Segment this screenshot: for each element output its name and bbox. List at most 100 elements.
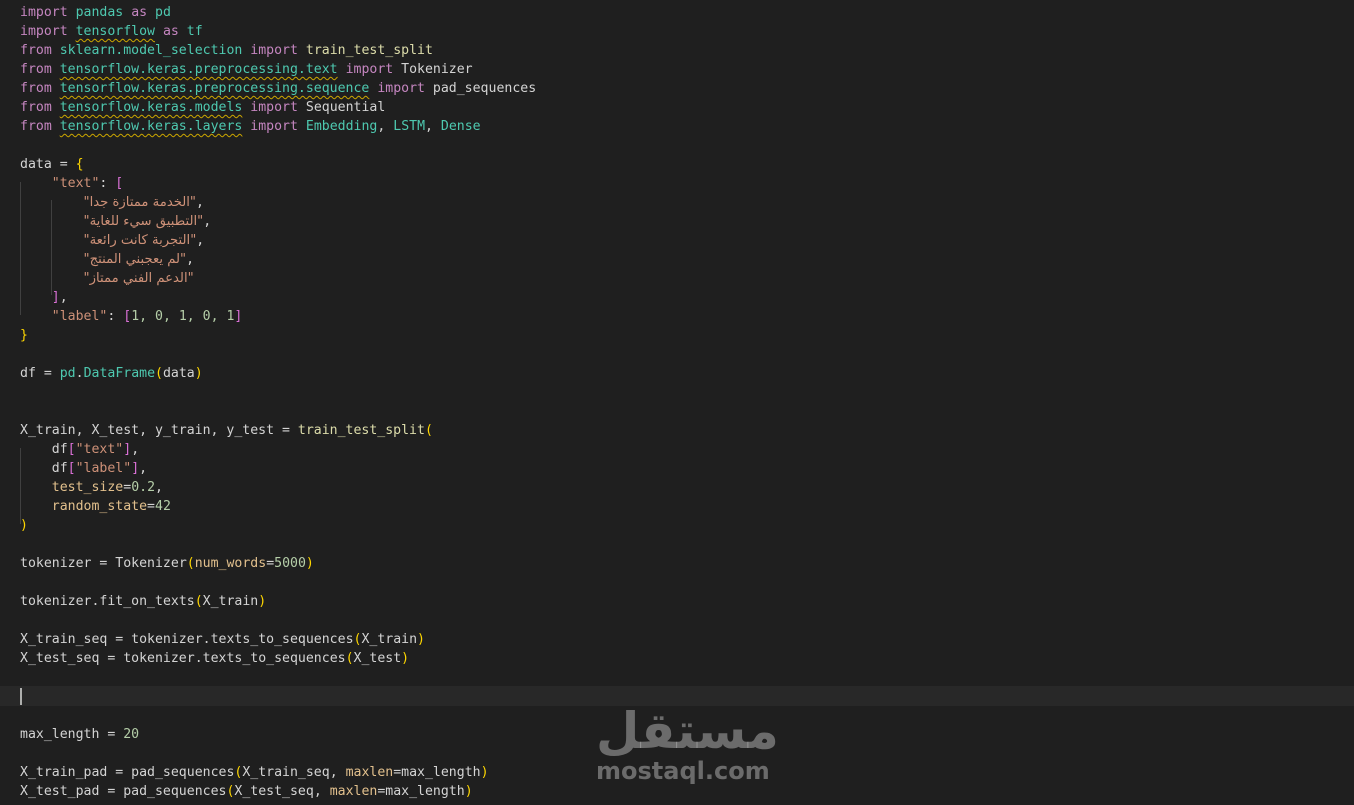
variable: df <box>51 461 68 476</box>
string-literal: "text" <box>75 442 124 457</box>
code-line: from tensorflow.keras.preprocessing.sequ… <box>20 79 536 98</box>
code-line: X_train_pad = pad_sequences(X_train_seq,… <box>20 765 489 780</box>
number-literal: 0.2 <box>131 480 156 495</box>
code-line: "التطبيق سيء للغاية", <box>83 214 212 229</box>
code-line: test_size=0.2, <box>51 480 163 495</box>
variable: X_train <box>202 594 259 609</box>
variable: tokenizer <box>20 594 92 609</box>
keyword: from <box>20 62 52 77</box>
code-line: "الخدمة ممتازة جدا", <box>83 195 204 210</box>
code-line: X_test_seq = tokenizer.texts_to_sequence… <box>20 651 410 666</box>
module-name: tensorflow.keras.preprocessing.text <box>59 62 338 77</box>
code-line: "لم يعجبني المنتج", <box>83 252 195 267</box>
code-line: random_state=42 <box>51 499 171 514</box>
variable: tokenizer <box>131 632 203 647</box>
code-line: data = { <box>20 157 84 172</box>
code-line: X_train, X_test, y_train, y_test = train… <box>20 423 433 438</box>
variable: X_train <box>361 632 418 647</box>
method-call: texts_to_sequences <box>210 632 354 647</box>
string-literal: "text" <box>51 176 100 191</box>
keyword: import <box>250 119 298 134</box>
method-call: fit_on_texts <box>99 594 195 609</box>
variable: df <box>51 442 68 457</box>
variable: X_train_pad <box>20 765 108 780</box>
keyword-argument: maxlen <box>345 765 394 780</box>
module-name: tensorflow.keras.layers <box>59 119 243 134</box>
keyword: as <box>131 5 148 20</box>
imported-name: pad_sequences <box>432 81 537 96</box>
variable: X_test_pad <box>20 784 100 799</box>
code-line: tokenizer.fit_on_texts(X_train) <box>20 594 267 609</box>
code-line: max_length = 20 <box>20 727 140 742</box>
variable: X_train_seq <box>242 765 330 780</box>
arabic-string: "لم يعجبني المنتج" <box>83 252 187 267</box>
keyword: import <box>20 24 68 39</box>
imported-name: Dense <box>440 119 481 134</box>
variable: tokenizer <box>20 556 92 571</box>
module-name: pandas <box>75 5 124 20</box>
variable: tokenizer <box>123 651 195 666</box>
imported-name: Tokenizer <box>401 62 473 77</box>
variable: max_length <box>401 765 481 780</box>
keyword: from <box>20 43 52 58</box>
function-call: train_test_split <box>297 423 425 438</box>
module-alias: pd <box>155 5 171 20</box>
watermark-latin: mostaql.com <box>596 757 770 785</box>
keyword: import <box>20 5 68 20</box>
module-alias: pd <box>59 366 76 381</box>
variable: data <box>20 157 52 172</box>
code-line: X_test_pad = pad_sequences(X_test_seq, m… <box>20 784 473 799</box>
arabic-string: "التجربة كانت رائعة" <box>83 233 197 248</box>
function-call: pad_sequences <box>131 765 235 780</box>
code-line: "التجربة كانت رائعة", <box>83 233 205 248</box>
function-call: pad_sequences <box>123 784 227 799</box>
code-line: from tensorflow.keras.models import Sequ… <box>20 98 385 117</box>
mostaql-watermark: مستقل mostaql.com <box>596 702 779 785</box>
class-name: DataFrame <box>83 366 156 381</box>
variable: X_test <box>353 651 402 666</box>
class-name: Tokenizer <box>115 556 187 571</box>
keyword: import <box>377 81 425 96</box>
code-line: df = pd.DataFrame(data) <box>20 366 203 381</box>
variable: max_length <box>385 784 465 799</box>
code-line: "text": [ <box>51 176 124 191</box>
variable: max_length <box>20 727 100 742</box>
module-name: tensorflow.keras.models <box>59 100 243 115</box>
keyword: from <box>20 81 52 96</box>
variable: data <box>162 366 195 381</box>
code-line: X_train_seq = tokenizer.texts_to_sequenc… <box>20 632 425 647</box>
module-name: tensorflow.keras.preprocessing.sequence <box>59 81 370 96</box>
module-name: sklearn.model_selection <box>59 43 243 58</box>
variable: X_test_seq <box>234 784 314 799</box>
imported-name: Embedding <box>305 119 378 134</box>
watermark-arabic: مستقل <box>596 702 779 760</box>
string-literal: "label" <box>75 461 132 476</box>
keyword: import <box>345 62 394 77</box>
imported-name: Sequential <box>305 100 386 115</box>
module-alias: tf <box>186 24 203 39</box>
code-line: tokenizer = Tokenizer(num_words=5000) <box>20 556 314 571</box>
keyword-argument: test_size <box>51 480 124 495</box>
number-literal: 20 <box>123 727 140 742</box>
variable: X_train_seq <box>20 632 108 647</box>
code-line: from tensorflow.keras.preprocessing.text… <box>20 60 473 79</box>
code-line: "label": [1, 0, 1, 0, 1] <box>51 309 243 324</box>
code-line: df["label"], <box>51 461 148 476</box>
module-name: tensorflow <box>75 24 155 39</box>
code-line: import tensorflow as tf <box>20 22 203 41</box>
code-line: from sklearn.model_selection import trai… <box>20 41 433 60</box>
keyword-argument: num_words <box>194 556 267 571</box>
code-editor[interactable]: import pandas as pd import tensorflow as… <box>0 0 1354 805</box>
keyword: import <box>250 100 298 115</box>
code-line: } <box>20 328 28 343</box>
keyword-argument: maxlen <box>329 784 378 799</box>
number-literal: 42 <box>155 499 171 514</box>
keyword: as <box>162 24 179 39</box>
variable: df <box>20 366 36 381</box>
number-literal: 5000 <box>274 556 306 571</box>
keyword-argument: random_state <box>51 499 148 514</box>
code-line: "الدعم الفني ممتاز" <box>20 269 194 288</box>
method-call: texts_to_sequences <box>202 651 346 666</box>
number-list: 1, 0, 1, 0, 1 <box>131 309 235 324</box>
text-cursor <box>20 688 22 705</box>
